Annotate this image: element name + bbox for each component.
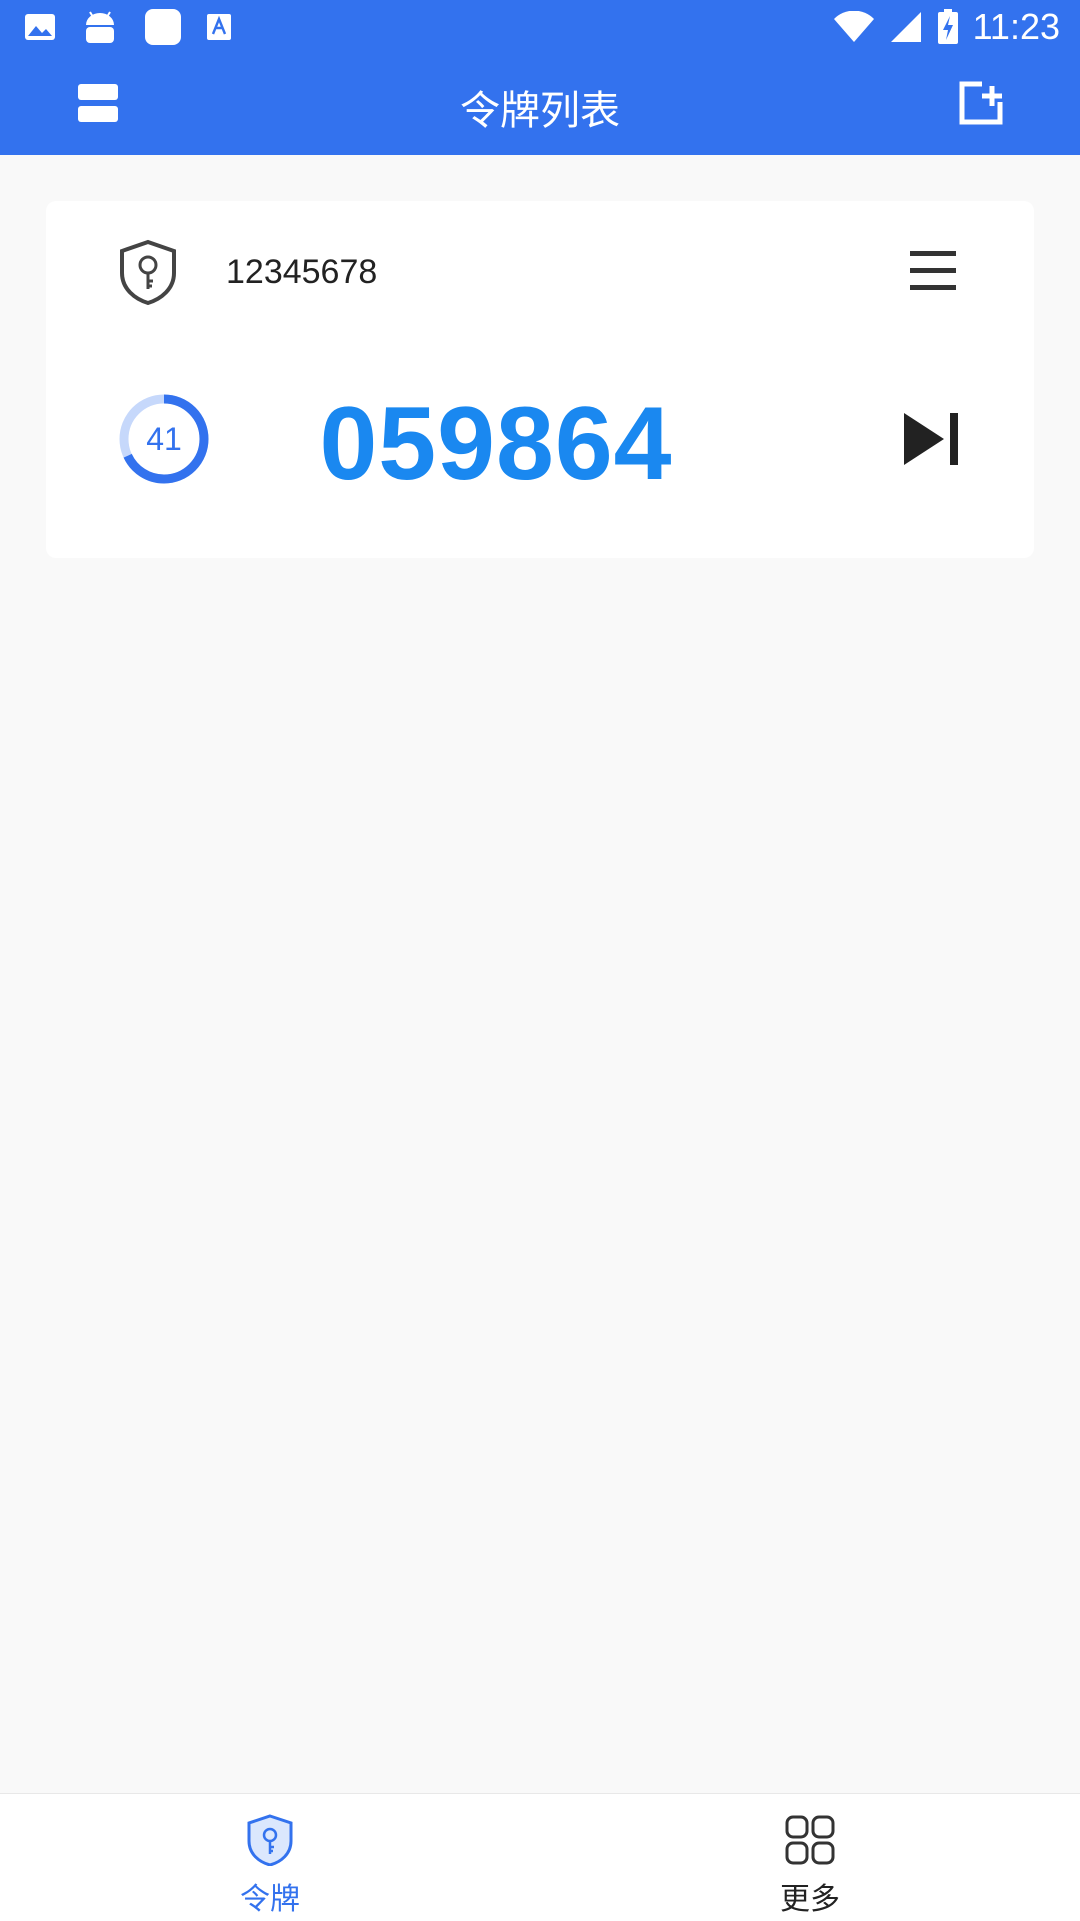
token-code[interactable]: 059864 xyxy=(296,385,696,504)
system-icons: 11:23 xyxy=(833,6,1080,48)
notification-icons xyxy=(0,8,232,46)
app-bar: 11:23 令牌列表 xyxy=(0,0,1080,155)
token-account: 12345678 xyxy=(226,253,378,291)
countdown-seconds: 41 xyxy=(146,420,182,457)
shield-key-icon xyxy=(120,239,176,305)
token-card: 12345678 41 059864 xyxy=(46,201,1034,558)
status-time: 11:23 xyxy=(972,6,1060,47)
add-token-icon[interactable] xyxy=(958,80,1004,126)
android-icon xyxy=(86,11,114,43)
shield-key-icon xyxy=(247,1814,293,1866)
nav-tab-token-label: 令牌 xyxy=(240,1882,300,1917)
bottom-nav: 令牌 更多 xyxy=(0,1793,1080,1921)
nav-tab-more[interactable]: 更多 xyxy=(540,1794,1080,1921)
page-title: 令牌列表 xyxy=(460,88,620,134)
gallery-icon xyxy=(25,14,55,40)
wifi-icon xyxy=(833,11,874,42)
signal-icon xyxy=(890,12,921,42)
toolbar: 令牌列表 xyxy=(0,54,1080,155)
menu-icon[interactable] xyxy=(908,249,958,293)
nav-tab-token[interactable]: 令牌 xyxy=(0,1794,540,1921)
status-bar: 11:23 xyxy=(0,0,1080,54)
grid-icon xyxy=(785,1815,835,1865)
app-square-icon xyxy=(145,9,181,45)
nav-tab-more-label: 更多 xyxy=(780,1882,840,1917)
skip-next-icon[interactable] xyxy=(902,411,960,467)
battery-charging-icon xyxy=(937,9,958,44)
text-a-icon xyxy=(207,14,231,40)
